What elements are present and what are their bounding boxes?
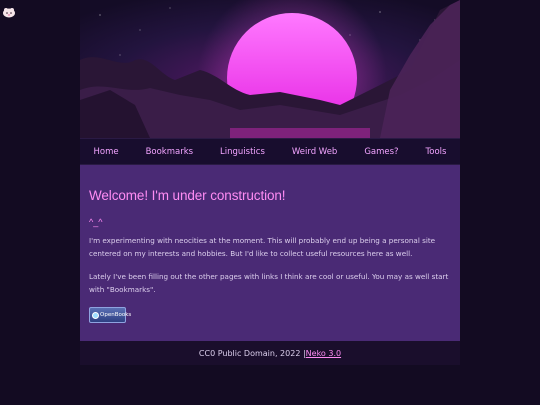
openbooks-logo-icon	[92, 311, 99, 319]
nav-bookmarks-link[interactable]: Bookmarks	[146, 147, 194, 157]
header-banner	[80, 0, 460, 138]
openbooks-badge[interactable]: OpenBooks	[89, 307, 131, 323]
page-title: Welcome! I'm under construction!	[89, 188, 286, 203]
page-container: Home Bookmarks Linguistics Weird Web Gam…	[80, 0, 460, 365]
footer-neko-link[interactable]: Neko 3.0	[306, 349, 341, 358]
nav-tools-link[interactable]: Tools	[426, 147, 447, 157]
synthwave-banner-image	[80, 0, 460, 138]
pet-icon[interactable]	[2, 6, 16, 18]
nav-home-link[interactable]: Home	[93, 147, 118, 157]
bookmarks-paragraph: Lately I've been filling out the other p…	[89, 272, 449, 294]
badge-label: OpenBooks	[100, 312, 132, 318]
main-nav: Home Bookmarks Linguistics Weird Web Gam…	[80, 138, 460, 165]
footer-text: CC0 Public Domain, 2022 |	[198, 348, 306, 358]
nav-weird-web-link[interactable]: Weird Web	[292, 147, 337, 157]
main-content: Welcome! I'm under construction! ^_^ I'm…	[80, 165, 460, 342]
smiley-face-text: ^_^	[89, 217, 103, 227]
intro-paragraph: I'm experimenting with neocities at the …	[89, 236, 436, 258]
nav-games-link[interactable]: Games?	[364, 147, 398, 157]
page-footer: CC0 Public Domain, 2022 | Neko 3.0	[80, 341, 460, 365]
nav-linguistics-link[interactable]: Linguistics	[220, 147, 265, 157]
